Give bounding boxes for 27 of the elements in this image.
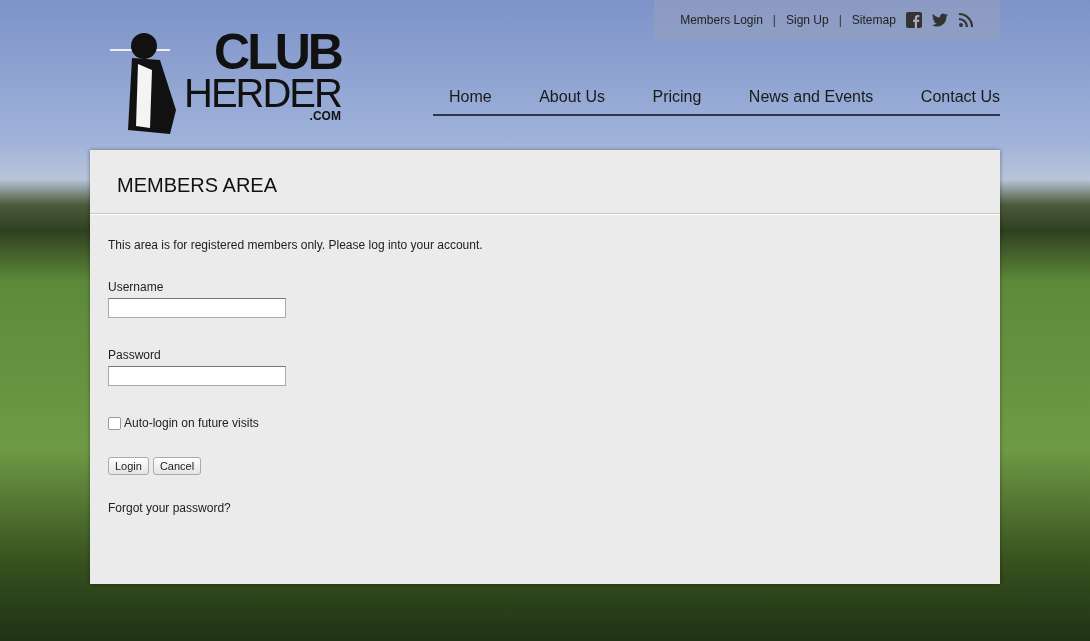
logo-text: HERDER [184,75,341,111]
form-button[interactable]: Login [108,457,149,475]
nav-link[interactable]: News and Events [748,88,874,106]
twitter-icon[interactable] [931,12,948,28]
intro-text: This area is for registered members only. Please log into your account. [108,238,483,252]
field-label: Username [108,280,164,294]
facebook-icon[interactable] [905,12,922,28]
logo-text: CLUB [214,30,341,75]
input-field[interactable] [108,366,286,386]
top-link[interactable]: Sign Up [786,13,829,27]
form-button[interactable]: Cancel [152,457,202,475]
rss-icon[interactable] [957,12,974,28]
separator: | [838,13,842,27]
separator: | [772,13,776,27]
nav-link[interactable]: Pricing [652,88,702,106]
checkbox-label: Auto-login on future visits [124,416,259,430]
top-link[interactable]: Members Login [680,13,763,27]
top-link[interactable]: Sitemap [851,13,896,27]
panel-title: MEMBERS AREA [90,150,1000,214]
input-field[interactable] [108,298,286,318]
nav-link[interactable]: Contact Us [920,88,1000,106]
nav-link[interactable]: About Us [539,88,605,106]
field-label: Password [108,348,161,362]
checkbox[interactable] [108,416,121,430]
forgot-password-link[interactable]: Forgot your password? [108,501,231,515]
logo-text: .COM [309,111,341,122]
nav-link[interactable]: Home [449,88,492,106]
